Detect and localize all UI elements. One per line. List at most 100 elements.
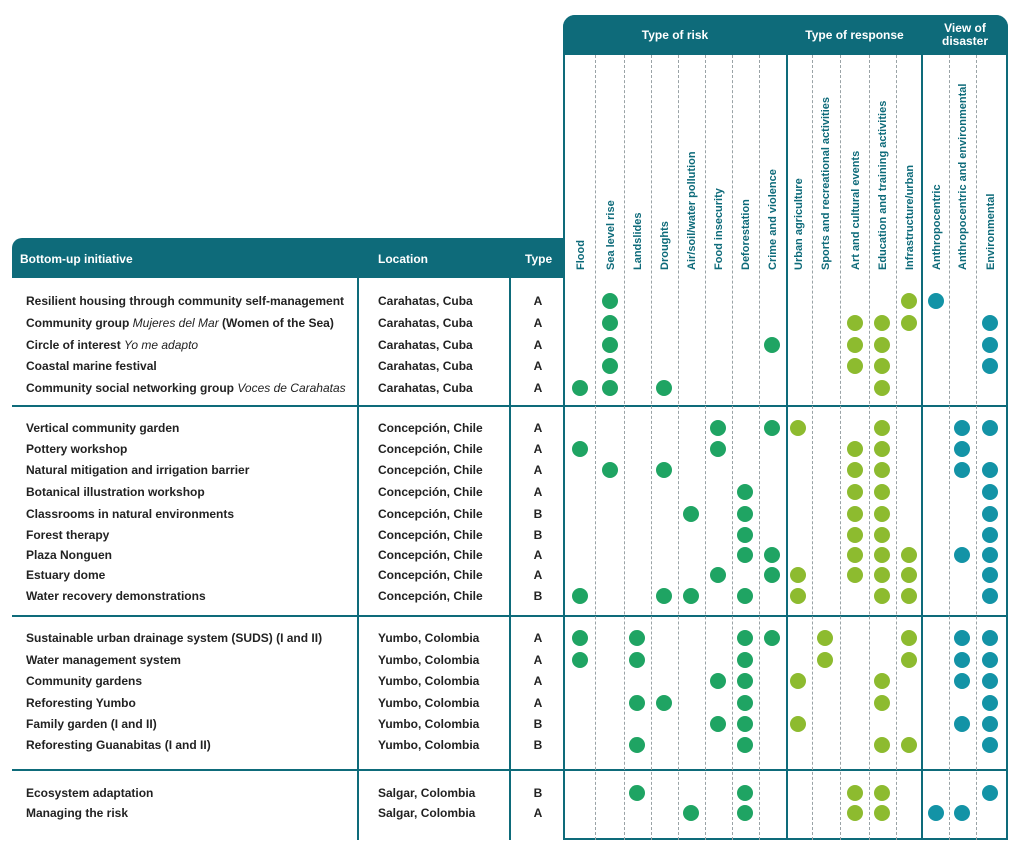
initiative-name-text: Estuary dome	[26, 568, 106, 582]
initiative-name-text: Community social networking group	[26, 381, 238, 395]
mark-dot	[602, 358, 618, 374]
row-location: Concepción, Chile	[378, 528, 483, 542]
row-initiative-name: Family garden (I and II)	[26, 717, 157, 731]
row-initiative-name: Vertical community garden	[26, 421, 179, 435]
mark-dot	[954, 673, 970, 689]
initiative-name-text: Vertical community garden	[26, 421, 180, 435]
mark-dot	[901, 293, 917, 309]
mark-dot	[737, 652, 753, 668]
mark-dot	[982, 337, 998, 353]
mark-dot	[629, 630, 645, 646]
mark-dot	[764, 420, 780, 436]
header-location: Location	[378, 252, 428, 266]
row-location: Salgar, Colombia	[378, 806, 476, 820]
row-initiative-name: Reforesting Guanabitas (I and II)	[26, 738, 211, 752]
row-location: Concepción, Chile	[378, 589, 483, 603]
mark-dot	[874, 673, 890, 689]
mark-dot	[874, 785, 890, 801]
mark-dot	[874, 337, 890, 353]
mark-dot	[847, 527, 863, 543]
column-header-label: Art and cultural events	[850, 150, 862, 270]
row-location: Concepción, Chile	[378, 548, 483, 562]
mark-dot	[982, 527, 998, 543]
mark-dot	[982, 547, 998, 563]
mark-dot	[602, 315, 618, 331]
mark-dot	[874, 441, 890, 457]
column-header-label: Anthropocentric and environmental	[957, 83, 969, 270]
mark-dot	[572, 380, 588, 396]
mark-dot	[602, 293, 618, 309]
mark-dot	[874, 737, 890, 753]
column-divider	[595, 55, 596, 840]
row-type: A	[533, 316, 543, 330]
initiative-name-text: Botanical illustration workshop	[26, 485, 205, 499]
mark-dot	[737, 716, 753, 732]
header-initiative: Bottom-up initiative	[20, 252, 133, 266]
mark-dot	[982, 484, 998, 500]
divider-location	[357, 238, 359, 840]
row-type: B	[533, 738, 543, 752]
divider-response	[786, 15, 788, 840]
mark-dot	[982, 652, 998, 668]
mark-dot	[982, 315, 998, 331]
group-header-view: View of disaster	[922, 15, 1008, 55]
mark-dot	[790, 567, 806, 583]
row-initiative-name: Coastal marine festival	[26, 359, 157, 373]
initiative-name-text: Classrooms in natural environments	[26, 507, 235, 521]
column-divider	[624, 55, 625, 840]
row-type: A	[533, 568, 543, 582]
row-type: A	[533, 463, 543, 477]
mark-dot	[982, 588, 998, 604]
row-type: A	[533, 359, 543, 373]
mark-dot	[737, 527, 753, 543]
mark-dot	[874, 527, 890, 543]
column-divider	[705, 55, 706, 840]
column-header-label: Infrastructure/urban	[904, 164, 916, 270]
mark-dot	[572, 652, 588, 668]
column-header-label: Flood	[575, 240, 587, 270]
mark-dot	[928, 805, 944, 821]
initiative-name-text: Coastal marine festival	[26, 359, 157, 373]
row-type: A	[533, 674, 543, 688]
mark-dot	[901, 547, 917, 563]
mark-dot	[683, 506, 699, 522]
row-initiative-name: Sustainable urban drainage system (SUDS)…	[26, 631, 322, 645]
row-location: Concepción, Chile	[378, 463, 483, 477]
column-header-label: Deforestation	[740, 199, 752, 270]
row-initiative-name: Pottery workshop	[26, 442, 127, 456]
mark-dot	[982, 716, 998, 732]
mark-dot	[982, 630, 998, 646]
mark-dot	[790, 716, 806, 732]
mark-dot	[629, 652, 645, 668]
mark-dot	[954, 652, 970, 668]
mark-dot	[874, 315, 890, 331]
mark-dot	[874, 588, 890, 604]
mark-dot	[572, 441, 588, 457]
row-location: Carahatas, Cuba	[378, 316, 473, 330]
mark-dot	[764, 337, 780, 353]
divider-view	[921, 15, 923, 840]
row-type: B	[533, 507, 543, 521]
mark-dot	[737, 588, 753, 604]
table-header: Bottom-up initiative Location Type	[12, 238, 565, 278]
divider-type	[509, 238, 511, 840]
column-header-label: Urban agriculture	[793, 178, 805, 270]
row-type: B	[533, 589, 543, 603]
initiative-name-text: Plaza Nonguen	[26, 548, 113, 562]
initiative-name-italic: Mujeres del Mar	[132, 316, 219, 330]
mark-dot	[874, 358, 890, 374]
group-header-response: Type of response	[787, 15, 922, 55]
row-type: A	[533, 806, 543, 820]
initiative-name-text: Managing the risk	[26, 806, 129, 820]
mark-dot	[847, 785, 863, 801]
mark-dot	[737, 506, 753, 522]
initiative-name-text: Community group	[26, 316, 133, 330]
row-location: Salgar, Colombia	[378, 786, 476, 800]
mark-dot	[874, 805, 890, 821]
row-type: A	[533, 421, 543, 435]
mark-dot	[817, 652, 833, 668]
row-initiative-name: Ecosystem adaptation	[26, 786, 153, 800]
column-header-label: Air/soil/water pollution	[686, 151, 698, 270]
mark-dot	[737, 737, 753, 753]
row-location: Yumbo, Colombia	[378, 631, 480, 645]
